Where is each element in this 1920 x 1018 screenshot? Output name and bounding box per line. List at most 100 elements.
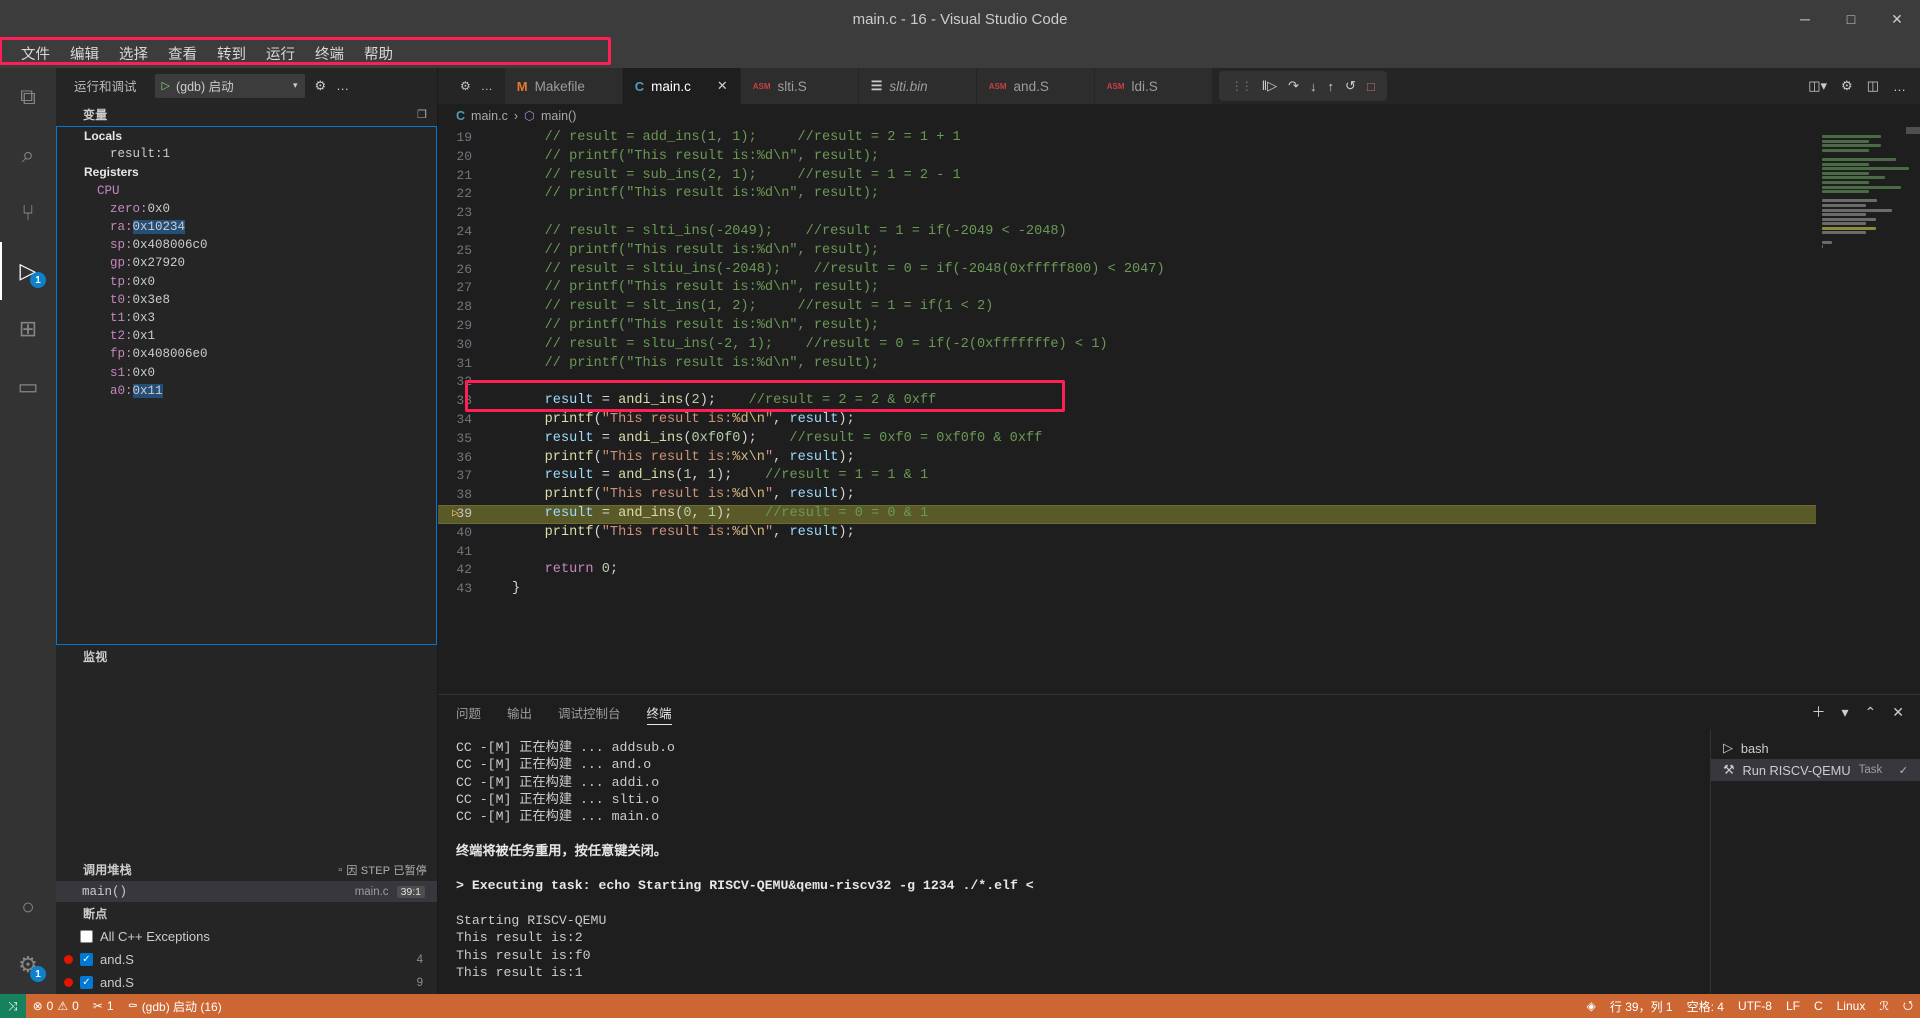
close-panel-icon[interactable]: ✕ [1892,704,1904,721]
editor-tab-Makefile[interactable]: MMakefile [505,68,623,104]
variable-row[interactable]: t2: 0x1 [57,327,436,345]
prettier-status[interactable]: ℛ [1872,999,1896,1013]
minimap[interactable] [1816,127,1920,694]
editor-tab-main-c[interactable]: Cmain.c✕ [623,68,741,104]
terminal-output[interactable]: CC -[M] 正在构建 ... addsub.oCC -[M] 正在构建 ..… [438,729,1710,994]
platform-status[interactable]: Linux [1830,999,1873,1013]
debug-session-status[interactable]: ⚰(gdb) 启动 (16) [121,994,229,1018]
editor-tab-slti-S[interactable]: ASMslti.S [741,68,859,104]
activity-remote-explorer-icon[interactable]: ▭ [0,358,56,416]
code-line[interactable]: 37 result = and_ins(1, 1); //result = 1 … [438,467,1816,486]
gear-icon[interactable]: ⚙ [460,79,471,93]
terminal-list-item[interactable]: ▷bash [1711,737,1920,759]
variable-row[interactable]: ⱟCPU [57,182,436,200]
split-editor-right-icon[interactable]: ◫▾ [1808,78,1827,94]
activity-search-icon[interactable]: ⌕ [0,126,56,184]
close-tab-icon[interactable]: ✕ [707,78,728,94]
variable-row[interactable]: a0: 0x11 [57,382,436,400]
maximize-button[interactable]: □ [1828,0,1874,38]
code-line[interactable]: 20 // printf("This result is:%d\n", resu… [438,148,1816,167]
variable-row[interactable]: s1: 0x0 [57,363,436,381]
breakpoint-checkbox[interactable] [80,930,93,943]
variable-row[interactable]: t0: 0x3e8 [57,291,436,309]
breadcrumb[interactable]: C main.c › ⬡ main() [438,104,1920,127]
language-mode-status[interactable]: C [1807,999,1830,1013]
maximize-panel-icon[interactable]: ⌃ [1865,704,1877,721]
variables-tree[interactable]: ⱟLocalsresult: 1ⱟRegistersⱟCPUzero: 0x0r… [56,126,437,645]
watch-list[interactable] [56,668,437,858]
twisty-icon[interactable]: ⱟ [70,132,84,141]
code-line[interactable]: 41 [438,543,1816,562]
code-line[interactable]: 21 // result = sub_ins(2, 1); //result =… [438,167,1816,186]
editor-tab-and-S[interactable]: ASMand.S [977,68,1095,104]
continue-button[interactable]: ‖▷ [1262,78,1277,94]
code-line[interactable]: 19 // result = add_ins(1, 1); //result =… [438,129,1816,148]
menu-item-4[interactable]: 转到 [208,40,255,67]
encoding-status[interactable]: UTF-8 [1731,999,1779,1013]
drag-handle-icon[interactable]: ⋮⋮ [1231,79,1251,93]
stop-button[interactable]: □ [1367,79,1375,94]
menu-item-1[interactable]: 编辑 [61,40,108,67]
callstack-list[interactable]: main()main.c39:1 [56,881,437,902]
flame-status[interactable]: ◈ [1580,999,1603,1013]
callstack-row[interactable]: main()main.c39:1 [56,881,437,902]
variable-row[interactable]: result: 1 [57,145,436,163]
step-over-button[interactable]: ↷ [1288,78,1299,94]
run-settings-icon[interactable]: ⚙ [1841,78,1853,94]
remote-host-status[interactable]: ⤨ [0,994,26,1018]
debug-more-actions-icon[interactable]: … [336,78,349,93]
variable-row[interactable]: tp: 0x0 [57,273,436,291]
code-line[interactable]: 36 printf("This result is:%x\n", result)… [438,449,1816,468]
new-terminal-icon[interactable]: ＋ [1812,702,1826,722]
code-line[interactable]: ▷39 result = and_ins(0, 1); //result = 0… [438,505,1816,524]
debug-settings-gear-icon[interactable]: ⚙ [315,78,327,94]
scrollbar-thumb[interactable] [1906,127,1920,134]
variables-actions[interactable]: ❐ [417,108,437,121]
code-content[interactable]: 19 // result = add_ins(1, 1); //result =… [438,127,1816,694]
start-debug-icon[interactable]: ▷ [162,79,170,92]
variable-row[interactable]: sp: 0x408006c0 [57,236,436,254]
code-line[interactable]: 23 [438,204,1816,223]
watch-section-header[interactable]: ⱟ 监视 [56,645,437,668]
restart-button[interactable]: ↺ [1345,78,1356,94]
activity-settings-gear-icon[interactable]: ⚙1 [0,936,56,994]
indentation-status[interactable]: 空格: 4 [1680,998,1731,1015]
step-into-button[interactable]: ↓ [1310,79,1317,94]
panel-tab-输出[interactable]: 输出 [507,695,532,729]
minimize-button[interactable]: ─ [1782,0,1828,38]
code-line[interactable]: 30 // result = sltu_ins(-2, 1); //result… [438,336,1816,355]
split-terminal-icon[interactable]: ▾ [1842,704,1849,721]
terminal-list[interactable]: ▷bash⚒Run RISCV-QEMUTask✓ [1710,729,1920,994]
menu-item-3[interactable]: 查看 [159,40,206,67]
editor-scrollbar[interactable] [1906,127,1920,694]
breakpoints-section-header[interactable]: ⱟ 断点 [56,902,437,925]
activity-source-control-icon[interactable]: ⑂ [0,184,56,242]
chevron-down-icon[interactable]: ▾ [293,80,298,91]
twisty-icon[interactable]: ⱟ [83,186,97,195]
ports-status[interactable]: ✂1 [86,994,121,1018]
editor-tab-slti-bin[interactable]: ☰slti.bin [859,68,977,104]
breakpoint-checkbox[interactable]: ✓ [80,953,93,966]
panel-tab-调试控制台[interactable]: 调试控制台 [558,695,621,729]
editor-tab-ldi-S[interactable]: ASMldi.S [1095,68,1213,104]
activity-run-and-debug-icon[interactable]: ▷1 [0,242,56,300]
problems-status[interactable]: ⊗0⚠0 [26,994,86,1018]
variable-row[interactable]: t1: 0x3 [57,309,436,327]
menu-item-7[interactable]: 帮助 [355,40,402,67]
callstack-section-header[interactable]: ⱟ 调用堆栈 ▫ 因 STEP 已暂停 [56,858,437,881]
activity-extensions-icon[interactable]: ⊞ [0,300,56,358]
menu-item-5[interactable]: 运行 [257,40,304,67]
activity-account-icon[interactable]: ○ [0,878,56,936]
activity-explorer-icon[interactable]: ⧉ [0,68,56,126]
code-line[interactable]: 22 // printf("This result is:%d\n", resu… [438,185,1816,204]
panel-tab-问题[interactable]: 问题 [456,695,481,729]
menu-item-2[interactable]: 选择 [110,40,157,67]
menu-item-0[interactable]: 文件 [12,40,59,67]
variable-row[interactable]: gp: 0x27920 [57,254,436,272]
panel-tab-终端[interactable]: 终端 [647,695,672,729]
breakpoint-row[interactable]: ✓and.S4 [56,948,437,971]
code-line[interactable]: 40 printf("This result is:%d\n", result)… [438,524,1816,543]
code-line[interactable]: 31 // printf("This result is:%d\n", resu… [438,355,1816,374]
step-out-button[interactable]: ↑ [1328,79,1335,94]
code-line[interactable]: 43} [438,580,1816,599]
